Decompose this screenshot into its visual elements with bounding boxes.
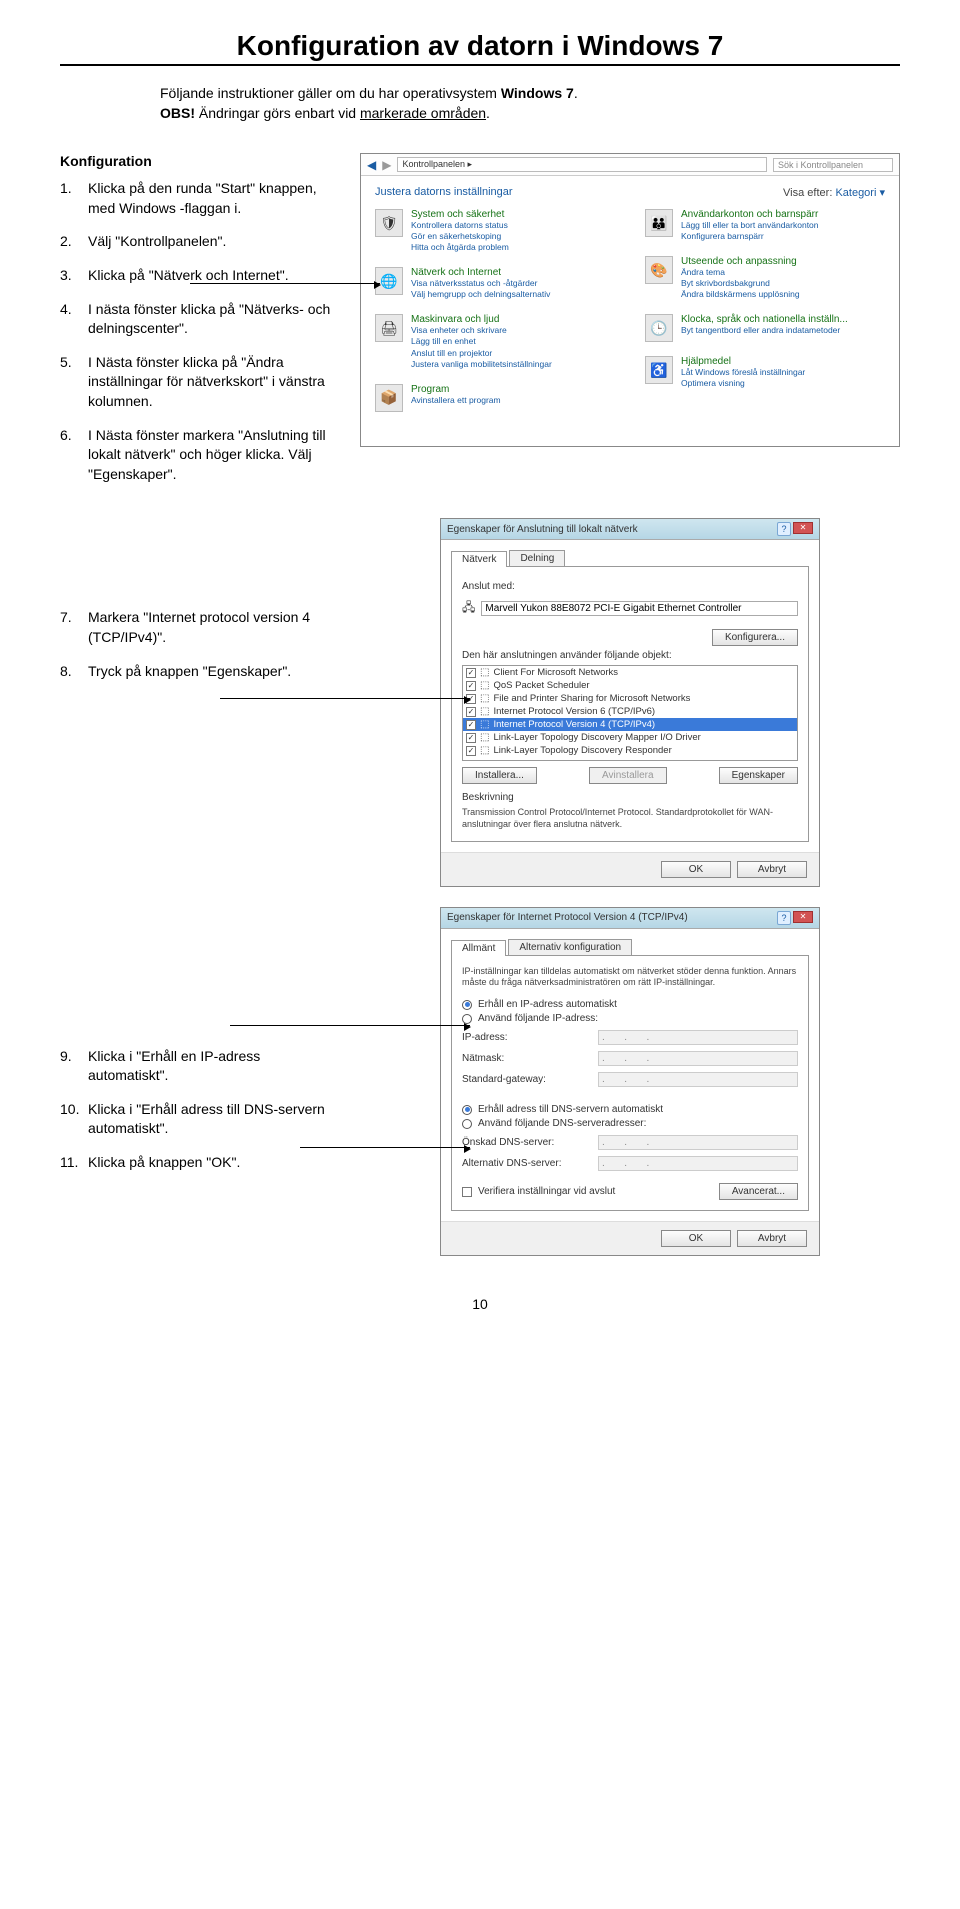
uses-label: Den här anslutningen använder följande o… — [462, 650, 798, 661]
nav-forward-icon[interactable]: ▶ — [382, 158, 391, 172]
cp-category[interactable]: 🛡System och säkerhetKontrollera datorns … — [375, 209, 615, 253]
control-panel-window: ◀ ▶ Kontrollpanelen ▸ Sök i Kontrollpane… — [360, 153, 900, 446]
cp-category[interactable]: ♿HjälpmedelLåt Windows föreslå inställni… — [645, 356, 885, 389]
ipv4-blurb: IP-inställningar kan tilldelas automatis… — [462, 966, 798, 989]
pointer-arrow-3a — [230, 1025, 470, 1026]
page-title: Konfiguration av datorn i Windows 7 — [60, 30, 900, 62]
cp-category-icon: 🎨 — [645, 256, 673, 284]
cp-category[interactable]: 🖨Maskinvara och ljudVisa enheter och skr… — [375, 314, 615, 369]
help-icon[interactable]: ? — [777, 911, 791, 925]
adapter-name — [481, 601, 798, 616]
steps-list-a: 1.Klicka på den runda "Start" knappen, m… — [60, 179, 340, 484]
cp-view-toggle[interactable]: Visa efter: Kategori ▾ — [783, 186, 885, 199]
adapter-icon: 🖧 — [462, 598, 475, 619]
close-icon[interactable]: ✕ — [793, 911, 813, 923]
cp-category-icon: 🕒 — [645, 314, 673, 342]
properties-button[interactable]: Egenskaper — [719, 767, 798, 784]
step-item: 11.Klicka på knappen "OK". — [60, 1153, 340, 1173]
step-item: 1.Klicka på den runda "Start" knappen, m… — [60, 179, 340, 218]
cp-category[interactable]: 📦ProgramAvinstallera ett program — [375, 384, 615, 412]
cp-category-icon: 📦 — [375, 384, 403, 412]
ip-label: IP-adress: — [462, 1032, 592, 1043]
verify-checkbox[interactable]: Verifiera inställningar vid avslut — [462, 1186, 615, 1197]
close-icon[interactable]: ✕ — [793, 522, 813, 534]
lan-properties-dialog: Egenskaper för Anslutning till lokalt nä… — [440, 518, 820, 886]
radio-auto-dns[interactable]: Erhåll adress till DNS-servern automatis… — [462, 1104, 798, 1115]
step-item: 10.Klicka i "Erhåll adress till DNS-serv… — [60, 1100, 340, 1139]
cp-heading: Justera datorns inställningar — [375, 186, 513, 199]
install-button[interactable]: Installera... — [462, 767, 537, 784]
dns2-input — [598, 1156, 798, 1171]
advanced-button[interactable]: Avancerat... — [719, 1183, 798, 1200]
cp-category-icon: 🖨 — [375, 314, 403, 342]
configuration-heading: Konfiguration — [60, 153, 340, 169]
tab-sharing[interactable]: Delning — [509, 550, 565, 566]
cp-category[interactable]: 🕒Klocka, språk och nationella inställn..… — [645, 314, 885, 342]
search-input[interactable]: Sök i Kontrollpanelen — [773, 158, 893, 172]
step-item: 4.I nästa fönster klicka på "Nätverks- o… — [60, 300, 340, 339]
dns2-label: Alternativ DNS-server: — [462, 1158, 592, 1169]
cp-category[interactable]: 👪Användarkonton och barnspärrLägg till e… — [645, 209, 885, 242]
cancel-button[interactable]: Avbryt — [737, 861, 807, 878]
configure-button[interactable]: Konfigurera... — [712, 629, 798, 646]
nav-back-icon[interactable]: ◀ — [367, 158, 376, 172]
dialog-title: Egenskaper för Anslutning till lokalt nä… — [447, 524, 638, 535]
intro-paragraph: Följande instruktioner gäller om du har … — [160, 84, 840, 123]
radio-manual-dns[interactable]: Använd följande DNS-serveradresser: — [462, 1118, 798, 1129]
gw-input — [598, 1072, 798, 1087]
uninstall-button[interactable]: Avinstallera — [589, 767, 667, 784]
protocol-item[interactable]: ✓⬚Internet Protocol Version 6 (TCP/IPv6) — [463, 705, 797, 718]
cp-category-icon: ♿ — [645, 356, 673, 384]
ipv4-properties-dialog: Egenskaper för Internet Protocol Version… — [440, 907, 820, 1256]
dns1-input — [598, 1135, 798, 1150]
connect-with-label: Anslut med: — [462, 581, 798, 592]
dns1-label: Önskad DNS-server: — [462, 1137, 592, 1148]
steps-list-b: 7.Markera "Internet protocol version 4 (… — [60, 608, 340, 681]
pointer-arrow-3b — [300, 1147, 470, 1148]
description-label: Beskrivning — [462, 792, 798, 803]
protocol-item[interactable]: ✓⬚Internet Protocol Version 4 (TCP/IPv4) — [463, 718, 797, 731]
tab-network[interactable]: Nätverk — [451, 551, 507, 567]
mask-input — [598, 1051, 798, 1066]
step-item: 7.Markera "Internet protocol version 4 (… — [60, 608, 340, 647]
protocol-listbox[interactable]: ✓⬚Client For Microsoft Networks✓⬚QoS Pac… — [462, 665, 798, 761]
radio-manual-ip[interactable]: Använd följande IP-adress: — [462, 1013, 798, 1024]
mask-label: Nätmask: — [462, 1053, 592, 1064]
protocol-item[interactable]: ✓⬚Link-Layer Topology Discovery Responde… — [463, 744, 797, 757]
protocol-item[interactable]: ✓⬚Client For Microsoft Networks — [463, 666, 797, 679]
cp-category[interactable]: 🎨Utseende och anpassningÄndra temaByt sk… — [645, 256, 885, 300]
cp-category-icon: 👪 — [645, 209, 673, 237]
pointer-arrow-1 — [190, 283, 380, 284]
step-item: 6.I Nästa fönster markera "Anslutning ti… — [60, 426, 340, 485]
pointer-arrow-2 — [220, 698, 470, 699]
tab-general[interactable]: Allmänt — [451, 940, 506, 956]
cp-category[interactable]: 🌐Nätverk och InternetVisa nätverksstatus… — [375, 267, 615, 300]
step-item: 8.Tryck på knappen "Egenskaper". — [60, 662, 340, 682]
protocol-item[interactable]: ✓⬚QoS Packet Scheduler — [463, 679, 797, 692]
step-item: 5.I Nästa fönster klicka på "Ändra instä… — [60, 353, 340, 412]
step-item: 2.Välj "Kontrollpanelen". — [60, 232, 340, 252]
ip-input — [598, 1030, 798, 1045]
gw-label: Standard-gateway: — [462, 1074, 592, 1085]
dialog-title-ipv4: Egenskaper för Internet Protocol Version… — [447, 912, 688, 923]
cp-category-icon: 🛡 — [375, 209, 403, 237]
title-divider — [60, 64, 900, 66]
radio-auto-ip[interactable]: Erhåll en IP-adress automatiskt — [462, 999, 798, 1010]
tab-alternate[interactable]: Alternativ konfiguration — [508, 939, 632, 955]
page-number: 10 — [60, 1296, 900, 1312]
ok-button[interactable]: OK — [661, 1230, 731, 1247]
description-text: Transmission Control Protocol/Internet P… — [462, 807, 798, 830]
steps-list-c: 9.Klicka i "Erhåll en IP-adress automati… — [60, 1047, 340, 1173]
step-item: 9.Klicka i "Erhåll en IP-adress automati… — [60, 1047, 340, 1086]
breadcrumb[interactable]: Kontrollpanelen ▸ — [397, 157, 767, 172]
help-icon[interactable]: ? — [777, 522, 791, 536]
protocol-item[interactable]: ✓⬚File and Printer Sharing for Microsoft… — [463, 692, 797, 705]
ok-button[interactable]: OK — [661, 861, 731, 878]
cancel-button[interactable]: Avbryt — [737, 1230, 807, 1247]
protocol-item[interactable]: ✓⬚Link-Layer Topology Discovery Mapper I… — [463, 731, 797, 744]
